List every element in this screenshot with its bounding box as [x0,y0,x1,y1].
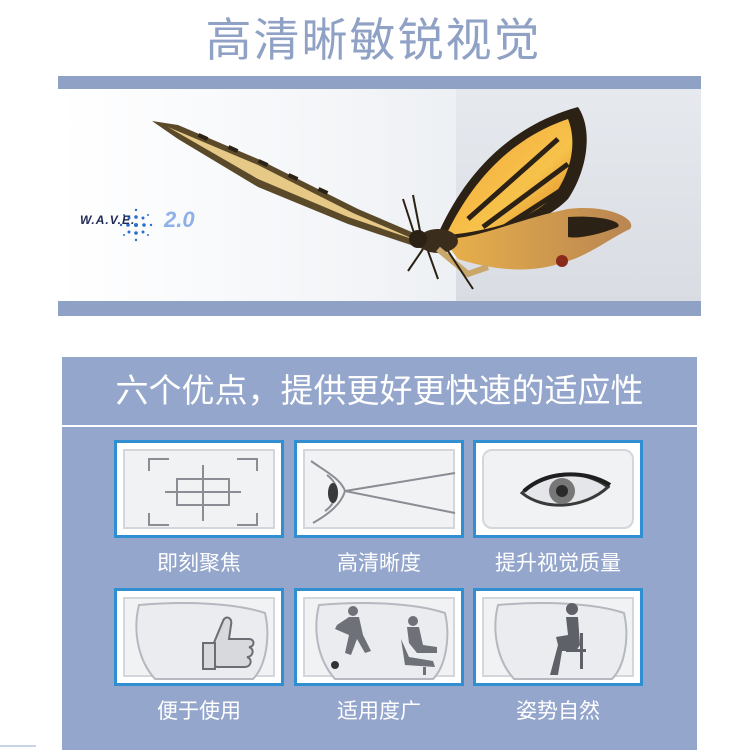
thumbs-up-icon [135,602,269,680]
feature-label: 即刻聚焦 [157,551,241,575]
feature-tile-focus [114,440,284,538]
eye-icon [519,472,612,507]
feature-label: 提升视觉质量 [495,551,621,575]
eye-profile-icon [310,460,456,524]
divider [0,745,36,747]
logo-text: W.A.V.E. [80,213,136,227]
hero-banner: W.A.V.E. 2.0 [58,76,701,316]
butterfly-illustration [152,107,632,290]
feature-tile-clarity [294,440,464,538]
page-title: 高清晰敏锐视觉 [205,13,542,67]
feature-tile-easy [114,588,284,686]
feature-tile-quality [473,440,643,538]
feature-tile-posture [473,588,643,686]
feature-label: 姿势自然 [516,699,600,723]
feature-label: 便于使用 [157,699,241,723]
advantages-panel: 六个优点，提供更好更快速的适应性 即刻聚焦 高清晰度 提升视觉质量 便于使用 适… [62,357,697,750]
focus-reticle-icon [148,458,258,526]
panel-header: 六个优点，提供更好更快速的适应性 [62,357,697,427]
hero-image: W.A.V.E. 2.0 [58,89,701,301]
feature-label: 适用度广 [337,699,421,723]
seated-person-icon [494,602,628,680]
feature-label: 高清晰度 [337,551,421,575]
panel-title: 六个优点，提供更好更快速的适应性 [115,371,644,410]
sports-and-desk-icon [315,602,449,680]
feature-tile-range [294,588,464,686]
